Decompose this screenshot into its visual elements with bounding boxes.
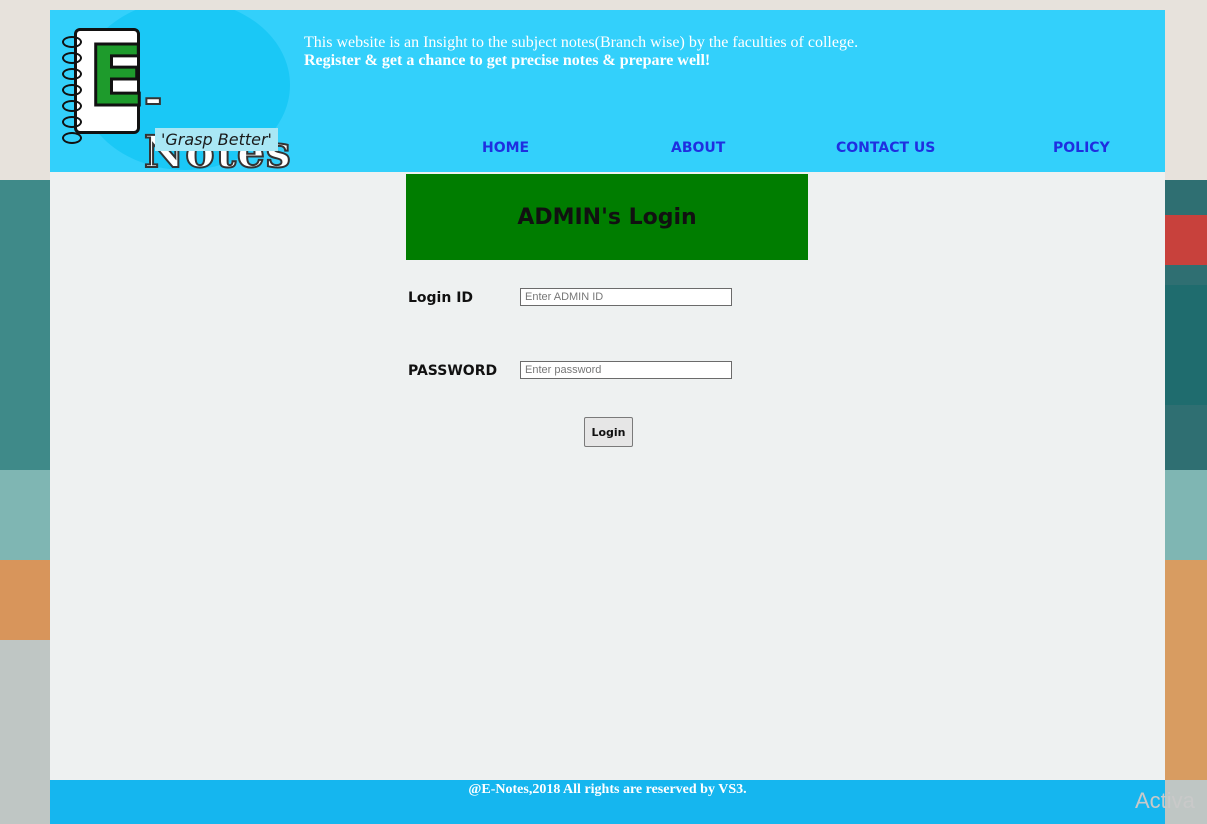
login-id-label: Login ID xyxy=(408,290,474,306)
intro-line-1: This website is an Insight to the subjec… xyxy=(304,34,859,51)
login-title: ADMIN's Login xyxy=(517,204,697,230)
password-input[interactable] xyxy=(520,361,732,379)
password-label: PASSWORD xyxy=(408,363,498,379)
nav-policy[interactable]: POLICY xyxy=(1053,140,1110,156)
page-container: E -Notes 'Grasp Better' This website is … xyxy=(50,10,1165,824)
site-header: E -Notes 'Grasp Better' This website is … xyxy=(50,10,1165,172)
site-footer: @E-Notes,2018 All rights are reserved by… xyxy=(50,780,1165,824)
activation-watermark: Activa xyxy=(1135,788,1195,813)
login-id-input[interactable] xyxy=(520,288,732,306)
login-button[interactable]: Login xyxy=(584,417,633,447)
footer-text: @E-Notes,2018 All rights are reserved by… xyxy=(468,782,747,797)
intro-line-2: Register & get a chance to get precise n… xyxy=(304,52,711,69)
logo-tagline: 'Grasp Better' xyxy=(155,128,278,151)
login-title-banner: ADMIN's Login xyxy=(406,174,808,260)
site-logo[interactable]: E -Notes xyxy=(58,20,298,172)
site-intro: This website is an Insight to the subjec… xyxy=(304,34,858,70)
nav-contact-us[interactable]: CONTACT US xyxy=(836,140,935,156)
spiral-rings-icon xyxy=(62,36,82,144)
nav-home[interactable]: HOME xyxy=(482,140,529,156)
nav-about[interactable]: ABOUT xyxy=(671,140,725,156)
logo-letter: E xyxy=(87,27,147,125)
logo-wordmark: -Notes xyxy=(143,72,292,172)
